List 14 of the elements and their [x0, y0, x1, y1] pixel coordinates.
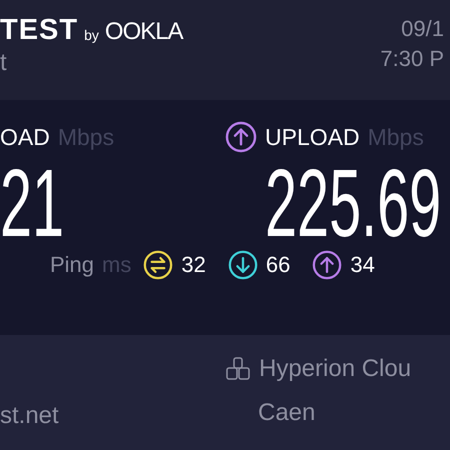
server-icon: [225, 356, 251, 382]
result-subtitle: t: [0, 48, 8, 78]
server-location: Caen: [257, 399, 316, 427]
test-time: 7:30 P: [380, 45, 444, 73]
brand-logo-text: TEST: [0, 14, 78, 46]
result-label: UPLOAD: [265, 124, 360, 150]
swap-arrows-icon: [143, 250, 174, 280]
ping-value: 32: [181, 252, 206, 278]
provider-name: st.net: [0, 402, 60, 430]
result-label: OAD: [0, 124, 50, 150]
company-logo-text: OOKLA: [104, 18, 183, 46]
server-name: Hyperion Clou: [259, 355, 412, 383]
brand-byline: by: [84, 26, 99, 45]
test-date: 09/1: [401, 15, 444, 43]
